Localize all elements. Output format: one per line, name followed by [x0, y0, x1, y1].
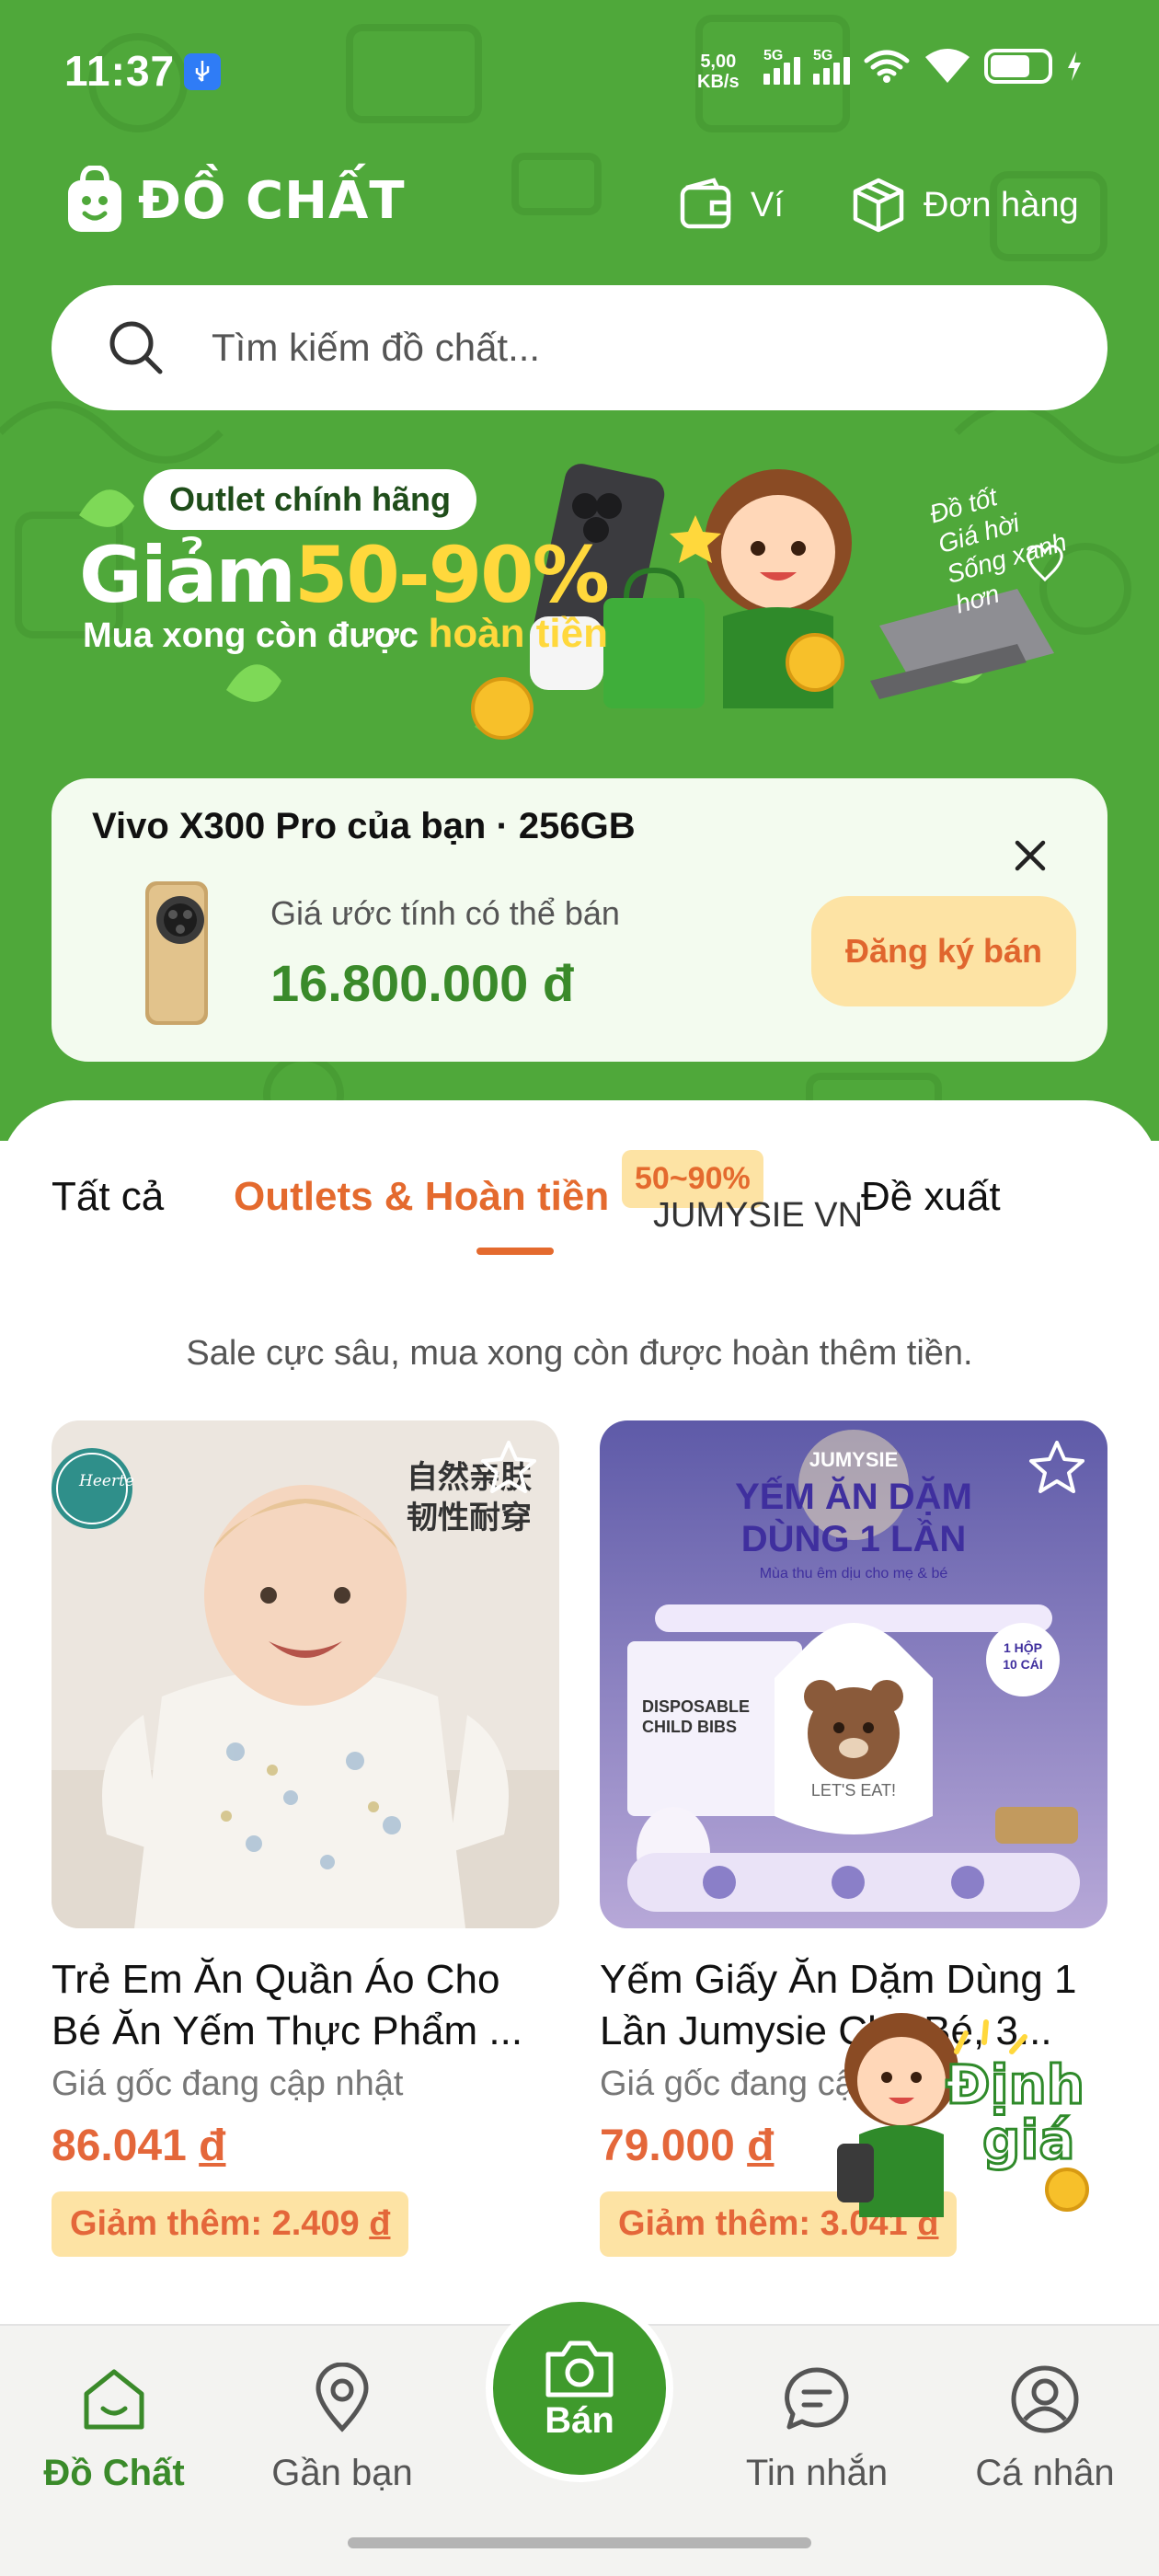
- banner-headline-prefix: Giảm: [79, 530, 296, 620]
- banner-badge: Outlet chính hãng: [143, 469, 476, 530]
- wifi-icon: [864, 50, 910, 83]
- tab-suggest[interactable]: Đề xuất: [861, 1174, 1001, 1220]
- network-speed: 5,00 KB/s: [697, 52, 740, 92]
- count-badge-2: 10 CÁI: [1003, 1657, 1043, 1672]
- price-estimate-label: Định giá: [944, 2053, 1085, 2171]
- location-pin-icon: [316, 2363, 369, 2432]
- home-indicator[interactable]: [348, 2537, 811, 2548]
- estimate-label: Giá ước tính có thể bán: [270, 894, 620, 932]
- sell-device-card[interactable]: Vivo X300 Pro của bạn · 256GB Giá ước tí…: [52, 778, 1107, 1062]
- price-estimate-line-2: giá: [981, 2109, 1076, 2171]
- banner-subline-prefix: Mua xong còn được: [83, 616, 419, 655]
- product-price-currency: đ: [747, 2122, 775, 2170]
- nav-profile[interactable]: Cá nhân: [953, 2363, 1137, 2494]
- product-discount-currency: đ: [369, 2204, 391, 2243]
- device-title: Vivo X300 Pro của bạn · 256GB: [92, 806, 636, 846]
- nav-home[interactable]: Đồ Chất: [22, 2363, 206, 2494]
- search-icon: [109, 321, 163, 374]
- device-image: [145, 881, 208, 1025]
- box-text-1: DISPOSABLE: [642, 1697, 751, 1716]
- price-estimate-line-1: Định: [944, 2053, 1085, 2116]
- product-card[interactable]: Heerte 自然亲肤 韧性耐穿 Trẻ Em Ăn Quần Áo Cho B…: [52, 1420, 559, 2257]
- signal-icon-sim1: 5G: [763, 48, 800, 85]
- count-badge-1: 1 HỘP: [1003, 1640, 1042, 1655]
- nav-nearby[interactable]: Gần bạn: [250, 2363, 434, 2494]
- image-title-2: DÙNG 1 LẦN: [740, 1519, 967, 1559]
- register-sell-button[interactable]: Đăng ký bán: [811, 896, 1076, 1006]
- product-image[interactable]: Heerte 自然亲肤 韧性耐穿: [52, 1420, 559, 1928]
- search-bar[interactable]: Tìm kiếm đồ chất...: [52, 285, 1107, 410]
- image-text-2: 韧性耐穿: [407, 1501, 532, 1535]
- nav-nearby-label: Gần bạn: [271, 2453, 413, 2493]
- chat-bubble-icon: [785, 2367, 849, 2430]
- nav-messages[interactable]: Tin nhắn: [725, 2363, 909, 2494]
- banner-subline: Mua xong còn được hoàn tiền: [83, 611, 608, 657]
- user-icon: [1011, 2365, 1079, 2433]
- signal-icon-sim2: 5G: [813, 48, 850, 85]
- wallet-button[interactable]: Ví: [677, 177, 784, 234]
- sim1-label: 5G: [763, 48, 784, 63]
- charging-icon: [1068, 52, 1081, 81]
- favorite-star-icon[interactable]: [1025, 1437, 1089, 1501]
- search-input[interactable]: Tìm kiếm đồ chất...: [212, 326, 540, 370]
- brand-logo-heerte: Heerte: [79, 1472, 134, 1490]
- nav-messages-label: Tin nhắn: [745, 2453, 889, 2493]
- close-icon[interactable]: [1008, 834, 1052, 878]
- wifi-icon-2: [925, 49, 970, 83]
- status-time: 11:37: [64, 47, 176, 95]
- section-tagline: Sale cực sâu, mua xong còn được hoàn thê…: [186, 1334, 973, 1373]
- wallet-icon: [680, 178, 731, 229]
- image-subtitle: Mùa thu êm dịu cho mẹ & bé: [759, 1566, 948, 1581]
- favorite-star-icon[interactable]: [476, 1437, 541, 1501]
- nav-profile-label: Cá nhân: [975, 2453, 1115, 2493]
- product-price-currency: đ: [199, 2122, 226, 2170]
- bib-text: LET'S EAT!: [810, 1781, 897, 1800]
- box-icon: [853, 178, 904, 233]
- banner-headline: Giảm50-90%: [79, 530, 610, 620]
- usb-icon: [184, 53, 221, 90]
- logo-bag-icon: [68, 166, 121, 232]
- sell-button-label: Bán: [545, 2399, 614, 2441]
- orders-button[interactable]: Đơn hàng: [850, 177, 1079, 234]
- wallet-label: Ví: [751, 185, 784, 224]
- product-price-value: 79.000: [600, 2122, 735, 2170]
- active-tab-indicator: [476, 1248, 554, 1255]
- count-badge: 1 HỘP 10 CÁI: [990, 1639, 1056, 1673]
- home-icon: [84, 2369, 144, 2430]
- product-price: 86.041 đ: [52, 2121, 559, 2171]
- product-discount-text: Giảm thêm: 2.409: [70, 2204, 370, 2243]
- status-bar: 11:37 5,00 KB/s 5G 5G: [0, 0, 1159, 147]
- logo-text: ĐỒ CHẤT: [138, 170, 406, 231]
- box-text-2: CHILD BIBS: [642, 1718, 737, 1736]
- battery-icon: [984, 49, 1052, 84]
- product-image[interactable]: JUMYSIE YẾM ĂN DẶM DÙNG 1 LẦN Mùa thu êm…: [600, 1420, 1107, 1928]
- nav-home-label: Đồ Chất: [43, 2453, 185, 2493]
- product-extra-discount: Giảm thêm: 2.409 đ: [52, 2191, 409, 2257]
- network-speed-value: 5,00: [700, 52, 737, 72]
- product-original-price: Giá gốc đang cập nhật: [52, 2064, 404, 2103]
- app-logo[interactable]: ĐỒ CHẤT: [64, 166, 406, 236]
- promo-banner[interactable]: Outlet chính hãng Giảm50-90% Mua xong cò…: [52, 442, 1107, 782]
- product-price-value: 86.041: [52, 2122, 187, 2170]
- box-label: DISPOSABLE CHILD BIBS: [642, 1696, 750, 1737]
- tab-outlets[interactable]: Outlets & Hoàn tiền: [234, 1174, 609, 1220]
- tab-all[interactable]: Tất cả: [52, 1174, 164, 1220]
- camera-icon: [545, 2340, 614, 2397]
- sell-button[interactable]: Bán: [486, 2294, 673, 2482]
- network-speed-unit: KB/s: [697, 72, 740, 92]
- banner-subline-highlight: hoàn tiền: [428, 611, 609, 656]
- orders-label: Đơn hàng: [924, 185, 1079, 224]
- seller-name: JUMYSIE VN: [653, 1196, 864, 1235]
- price-estimate-floating-button[interactable]: Định giá: [819, 1996, 1104, 2226]
- product-title[interactable]: Trẻ Em Ăn Quần Áo Cho Bé Ăn Yếm Thực Phẩ…: [52, 1954, 559, 2057]
- status-icons: 5G 5G: [763, 48, 1084, 85]
- sim2-label: 5G: [813, 48, 833, 63]
- banner-headline-percent: 50-90%: [293, 530, 610, 620]
- estimate-price: 16.800.000 đ: [270, 954, 575, 1012]
